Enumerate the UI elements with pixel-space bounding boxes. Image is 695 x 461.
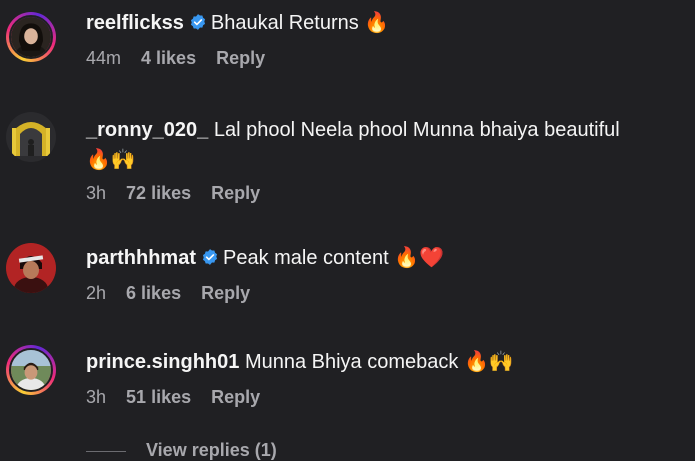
likes-count[interactable]: 51 likes xyxy=(126,387,191,407)
reply-button[interactable]: Reply xyxy=(201,283,250,303)
username[interactable]: parthhhmat xyxy=(86,247,196,269)
timestamp: 2h xyxy=(86,283,107,303)
avatar[interactable] xyxy=(6,112,56,162)
avatar[interactable] xyxy=(6,243,56,293)
timestamp: 3h xyxy=(86,387,107,407)
timestamp: 44m xyxy=(86,48,122,68)
username[interactable]: _ronny_020_ xyxy=(86,119,208,141)
comment-meta: 44m 4 likes Reply xyxy=(86,48,685,69)
verified-badge-icon xyxy=(190,14,205,30)
likes-count[interactable]: 72 likes xyxy=(126,183,191,203)
username[interactable]: reelflickss xyxy=(86,12,184,34)
comment-meta: 3h 72 likes Reply xyxy=(86,183,685,204)
comment-meta: 2h 6 likes Reply xyxy=(86,283,685,304)
comment-text-line: parthhhmat Peak male content 🔥❤️ xyxy=(86,243,685,273)
likes-count[interactable]: 6 likes xyxy=(126,283,181,303)
divider-line xyxy=(86,450,126,452)
reply-button[interactable]: Reply xyxy=(211,183,260,203)
comment-text-line: reelflickss Bhaukal Returns 🔥 xyxy=(86,8,685,38)
profile-photo-icon xyxy=(6,112,56,162)
verified-badge-icon xyxy=(202,249,218,265)
profile-photo-icon xyxy=(11,17,51,57)
timestamp: 3h xyxy=(86,183,107,203)
avatar[interactable] xyxy=(6,12,56,62)
view-replies-button[interactable]: View replies (1) xyxy=(86,440,277,461)
comment-body: Lal phool Neela phool Munna bhaiya beaut… xyxy=(213,119,620,141)
view-replies-label: View replies (1) xyxy=(146,440,277,460)
profile-photo-icon xyxy=(6,243,56,293)
profile-photo-icon xyxy=(11,350,51,390)
username[interactable]: prince.singhh01 xyxy=(86,351,239,373)
comment-text-line: prince.singhh01 Munna Bhiya comeback 🔥🙌 xyxy=(86,347,685,377)
comment-body: Munna Bhiya comeback 🔥🙌 xyxy=(244,351,514,373)
reply-button[interactable]: Reply xyxy=(216,48,265,68)
likes-count[interactable]: 4 likes xyxy=(141,48,196,68)
reply-button[interactable]: Reply xyxy=(211,387,260,407)
comment-body-continued: 🔥🙌 xyxy=(86,149,136,171)
comment-body: Bhaukal Returns 🔥 xyxy=(210,12,390,34)
comment-text-line: _ronny_020_ Lal phool Neela phool Munna … xyxy=(86,115,685,145)
comment-meta: 3h 51 likes Reply xyxy=(86,387,685,408)
comment-body: Peak male content 🔥❤️ xyxy=(223,247,445,269)
avatar[interactable] xyxy=(6,345,56,395)
